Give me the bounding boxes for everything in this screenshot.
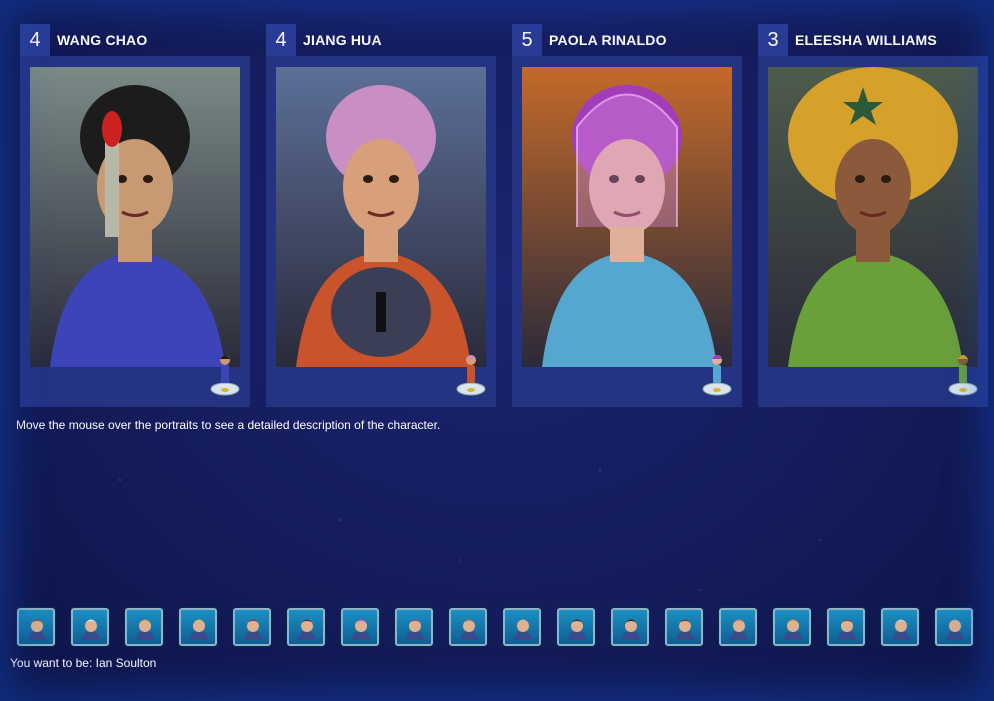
character-select-button[interactable] [773, 608, 811, 646]
character-face-icon [352, 619, 370, 640]
character-select-button[interactable] [395, 608, 433, 646]
character-select-button[interactable] [125, 608, 163, 646]
character-card[interactable]: 4 JIANG HUA [266, 24, 496, 407]
card-body [20, 56, 250, 407]
character-select-button[interactable] [17, 608, 55, 646]
player-pawn-icon [702, 351, 732, 397]
character-number: 4 [266, 24, 296, 56]
character-select-button[interactable] [287, 608, 325, 646]
character-name: JIANG HUA [303, 32, 382, 48]
player-pawn-icon [456, 351, 486, 397]
character-face-icon [622, 619, 640, 640]
character-card[interactable]: 5 PAOLA RINALDO [512, 24, 742, 407]
character-face-icon [568, 619, 586, 640]
character-face-icon [28, 619, 46, 640]
character-face-icon [244, 619, 262, 640]
character-face-icon [784, 619, 802, 640]
character-face-icon [136, 619, 154, 640]
character-face-icon [676, 619, 694, 640]
description-hint: Move the mouse over the portraits to see… [16, 418, 441, 432]
card-body [512, 56, 742, 407]
player-pawn-icon [948, 351, 978, 397]
card-header: 5 PAOLA RINALDO [512, 24, 742, 56]
card-header: 4 WANG CHAO [20, 24, 250, 56]
character-face-icon [190, 619, 208, 640]
character-number: 4 [20, 24, 50, 56]
character-face-icon [460, 619, 478, 640]
character-select-button[interactable] [179, 608, 217, 646]
character-select-button[interactable] [557, 608, 595, 646]
character-select-button[interactable] [503, 608, 541, 646]
card-header: 4 JIANG HUA [266, 24, 496, 56]
character-select-button[interactable] [827, 608, 865, 646]
character-card[interactable]: 4 WANG CHAO [20, 24, 250, 407]
selection-status: You want to be: Ian Soulton [10, 656, 157, 670]
character-name: WANG CHAO [57, 32, 148, 48]
card-body [266, 56, 496, 407]
character-face-icon [946, 619, 964, 640]
character-select-button[interactable] [665, 608, 703, 646]
character-number: 3 [758, 24, 788, 56]
character-select-button[interactable] [881, 608, 919, 646]
character-select-button[interactable] [611, 608, 649, 646]
character-select-button[interactable] [719, 608, 757, 646]
character-face-icon [406, 619, 424, 640]
character-face-icon [730, 619, 748, 640]
character-face-icon [514, 619, 532, 640]
character-name: PAOLA RINALDO [549, 32, 667, 48]
character-name: ELEESHA WILLIAMS [795, 32, 937, 48]
character-portrait[interactable] [276, 67, 486, 367]
character-portrait[interactable] [522, 67, 732, 367]
player-pawn-icon [210, 351, 240, 397]
character-portrait[interactable] [30, 67, 240, 367]
card-header: 3 ELEESHA WILLIAMS [758, 24, 988, 56]
character-face-icon [892, 619, 910, 640]
character-select-button[interactable] [935, 608, 973, 646]
character-portrait[interactable] [768, 67, 978, 367]
character-select-button[interactable] [449, 608, 487, 646]
character-face-icon [298, 619, 316, 640]
character-select-button[interactable] [71, 608, 109, 646]
character-selection-tray [17, 608, 977, 648]
character-number: 5 [512, 24, 542, 56]
character-card[interactable]: 3 ELEESHA WILLIAMS [758, 24, 988, 407]
card-body [758, 56, 988, 407]
character-face-icon [82, 619, 100, 640]
character-select-button[interactable] [341, 608, 379, 646]
character-select-button[interactable] [233, 608, 271, 646]
character-face-icon [838, 619, 856, 640]
